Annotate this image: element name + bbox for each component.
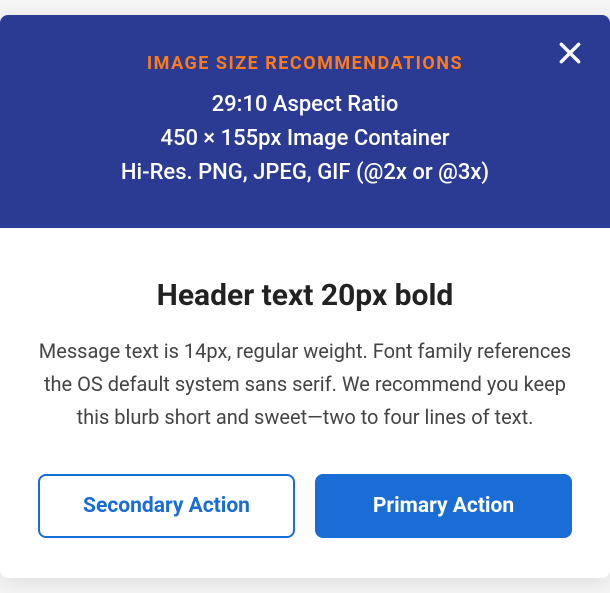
banner-line-formats: Hi-Res. PNG, JPEG, GIF (@2x or @3x)	[40, 156, 570, 190]
banner-line-container: 450 × 155px Image Container	[40, 122, 570, 156]
close-icon	[557, 40, 583, 66]
message-text: Message text is 14px, regular weight. Fo…	[38, 335, 572, 434]
secondary-action-button[interactable]: Secondary Action	[38, 474, 295, 538]
header-text: Header text 20px bold	[38, 278, 572, 313]
close-button[interactable]	[552, 35, 588, 71]
primary-action-button[interactable]: Primary Action	[315, 474, 572, 538]
modal-content: Header text 20px bold Message text is 14…	[0, 228, 610, 578]
modal-dialog: IMAGE SIZE RECOMMENDATIONS 29:10 Aspect …	[0, 15, 610, 578]
image-banner: IMAGE SIZE RECOMMENDATIONS 29:10 Aspect …	[0, 15, 610, 228]
banner-title: IMAGE SIZE RECOMMENDATIONS	[40, 53, 570, 74]
button-row: Secondary Action Primary Action	[38, 474, 572, 538]
banner-line-aspect: 29:10 Aspect Ratio	[40, 88, 570, 122]
